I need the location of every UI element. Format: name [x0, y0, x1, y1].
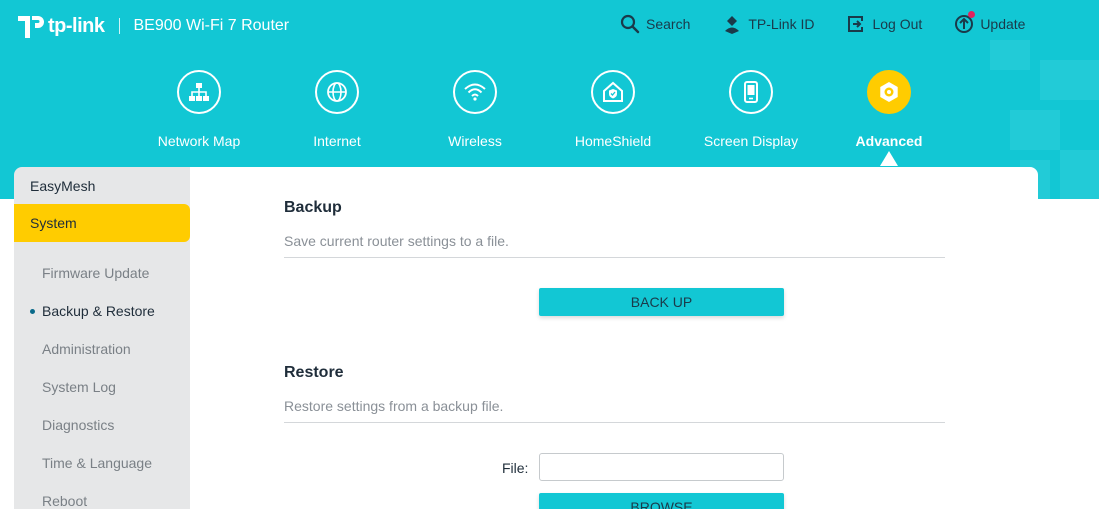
sidebar-item-easymesh[interactable]: EasyMesh: [14, 167, 190, 204]
nav-advanced[interactable]: Advanced: [820, 70, 958, 166]
nav-screen-display-label: Screen Display: [703, 133, 799, 149]
wifi-icon: [464, 83, 486, 101]
nav-homeshield-label: HomeShield: [574, 133, 652, 149]
sidebar-item-diagnostics[interactable]: Diagnostics: [14, 406, 190, 444]
tp-link-id-button[interactable]: TP-Link ID: [722, 14, 814, 34]
nav-network-map-circle: [177, 70, 221, 114]
top-actions: Search TP-Link ID Log Out Update: [620, 11, 1057, 34]
restore-title: Restore: [284, 364, 344, 381]
sidebar-item-reboot[interactable]: Reboot: [14, 482, 190, 509]
nav-internet[interactable]: Internet: [268, 70, 406, 149]
sidebar-item-system[interactable]: System: [14, 204, 190, 242]
nav-advanced-label: Advanced: [855, 133, 923, 149]
sidebar-item-label: Backup & Restore: [42, 303, 155, 319]
restore-divider: [284, 422, 945, 423]
router-model: BE900 Wi-Fi 7 Router: [133, 17, 290, 34]
nav-internet-label: Internet: [313, 133, 361, 149]
sidebar-item-firmware-update[interactable]: Firmware Update: [14, 254, 190, 292]
sidebar-item-label: System Log: [42, 379, 116, 395]
nav-screen-display[interactable]: Screen Display: [682, 70, 820, 149]
network-map-icon: [189, 83, 209, 101]
nav-screen-display-circle: [729, 70, 773, 114]
backup-description: Save current router settings to a file.: [284, 233, 509, 249]
search-label: Search: [646, 16, 691, 32]
gear-icon: [880, 82, 898, 102]
restore-description: Restore settings from a backup file.: [284, 398, 504, 414]
sidebar-item-label: Reboot: [42, 493, 88, 509]
nav-internet-circle: [315, 70, 359, 114]
logout-label: Log Out: [872, 16, 923, 32]
nav-advanced-circle: [867, 70, 911, 114]
browse-button[interactable]: BROWSE: [539, 493, 784, 509]
sidebar-item-backup-restore[interactable]: Backup & Restore: [14, 292, 190, 330]
screen-display-icon: [744, 81, 758, 103]
sidebar-submenu: Firmware Update Backup & Restore Adminis…: [14, 242, 190, 509]
main-content: Backup Save current router settings to a…: [190, 167, 1038, 509]
sidebar-item-label: Firmware Update: [42, 265, 150, 281]
backup-divider: [284, 257, 945, 258]
brand-name: tp-link: [48, 14, 105, 37]
logout-button[interactable]: Log Out: [846, 14, 922, 34]
nav-wireless[interactable]: Wireless: [406, 70, 544, 149]
nav-homeshield-circle: [591, 70, 635, 114]
update-label: Update: [980, 16, 1026, 32]
sidebar-item-label: Administration: [42, 341, 131, 357]
sidebar-item-label: Time & Language: [42, 455, 152, 471]
tp-link-id-label: TP-Link ID: [748, 16, 815, 32]
sidebar-item-system-log[interactable]: System Log: [14, 368, 190, 406]
globe-icon: [327, 82, 347, 102]
nav-wireless-label: Wireless: [448, 133, 502, 149]
search-icon: [620, 14, 640, 34]
nav-network-map-label: Network Map: [157, 133, 241, 149]
user-id-icon: [725, 16, 740, 34]
logo-divider: [118, 18, 120, 34]
current-item-dot: [30, 309, 35, 314]
logout-icon: [848, 16, 864, 32]
nav-network-map[interactable]: Network Map: [130, 70, 268, 149]
back-up-button[interactable]: BACK UP: [539, 288, 784, 316]
search-button[interactable]: Search: [620, 14, 690, 34]
home-shield-icon: [603, 81, 623, 102]
nav-wireless-circle: [453, 70, 497, 114]
main-nav: Network Map Internet Wireless HomeShield…: [130, 70, 958, 166]
nav-homeshield[interactable]: HomeShield: [544, 70, 682, 149]
file-label: File:: [502, 460, 529, 476]
update-button[interactable]: Update: [954, 11, 1026, 34]
tp-link-logo-icon: [18, 16, 44, 38]
sidebar-item-label: Diagnostics: [42, 417, 115, 433]
sidebar: EasyMesh System Firmware Update Backup &…: [14, 167, 190, 509]
file-path-input[interactable]: [539, 453, 784, 481]
backup-title: Backup: [284, 199, 342, 216]
sidebar-item-administration[interactable]: Administration: [14, 330, 190, 368]
brand-logo[interactable]: tp-link BE900 Wi-Fi 7 Router: [14, 10, 289, 42]
active-nav-caret: [880, 151, 898, 166]
sidebar-item-time-language[interactable]: Time & Language: [14, 444, 190, 482]
